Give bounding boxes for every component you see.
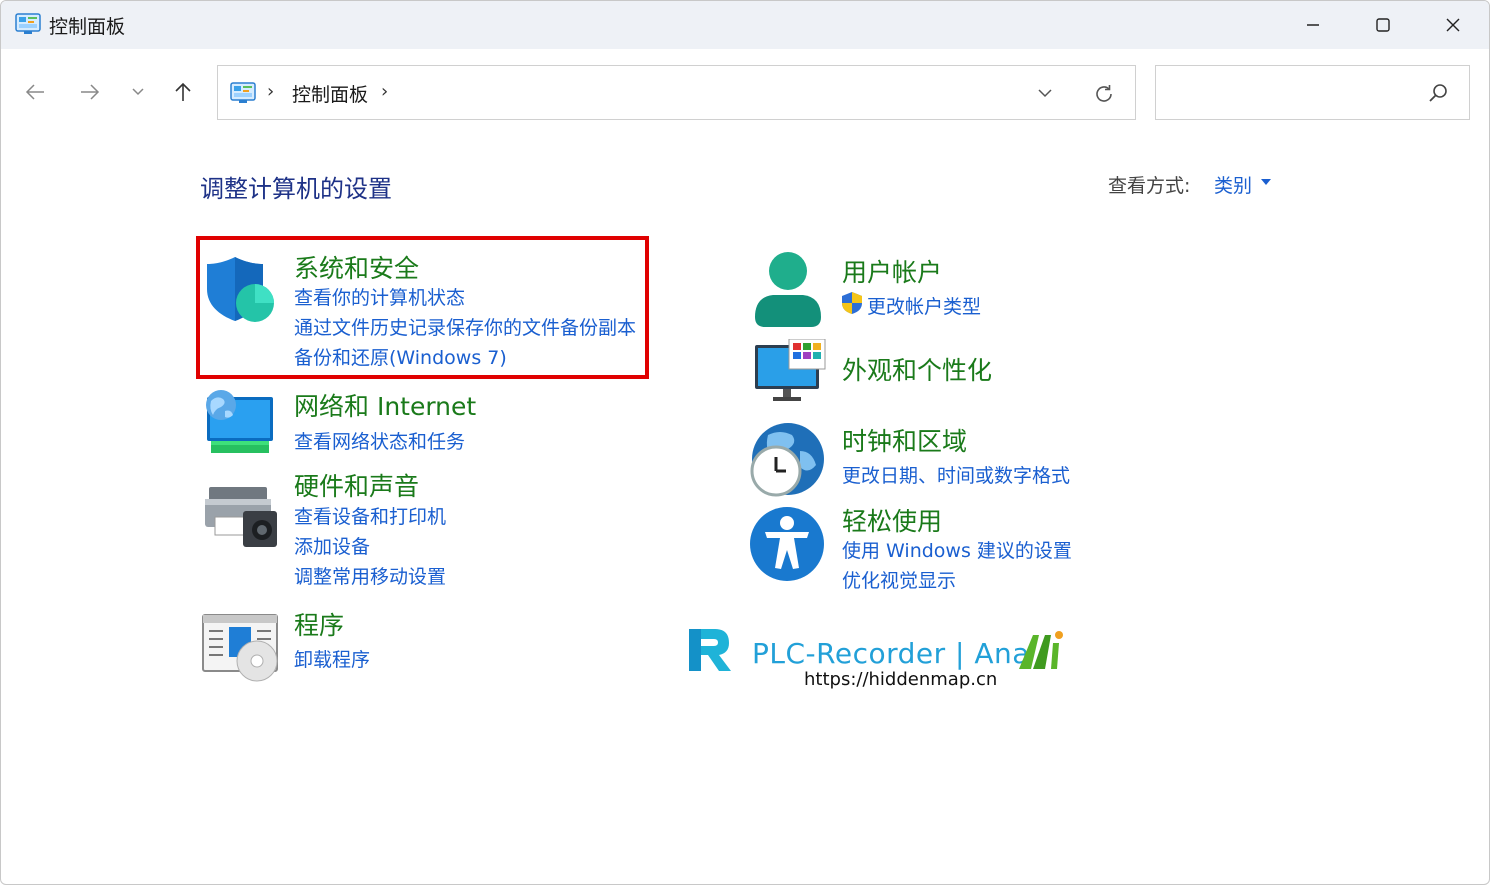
page-title: 调整计算机的设置: [200, 175, 392, 203]
category-clock-region[interactable]: 时钟和区域: [842, 422, 967, 458]
uac-shield-icon: [842, 292, 862, 314]
category-network[interactable]: 网络和 Internet: [294, 387, 476, 423]
breadcrumb-separator[interactable]: ›: [381, 81, 388, 102]
view-by-label: 查看方式:: [1108, 175, 1191, 197]
minimize-button[interactable]: [1277, 1, 1349, 49]
chevron-down-icon: [1038, 89, 1052, 98]
up-button[interactable]: [167, 77, 199, 107]
user-account-icon: [755, 252, 821, 327]
address-dropdown-button[interactable]: [1033, 82, 1057, 104]
control-panel-icon: [230, 82, 256, 103]
arrow-left-icon: [25, 84, 44, 100]
link-backup-restore[interactable]: 备份和还原(Windows 7): [294, 343, 507, 370]
search-input[interactable]: [1155, 65, 1470, 120]
view-by-dropdown[interactable]: 类别: [1214, 171, 1252, 198]
breadcrumb-separator[interactable]: ›: [267, 81, 274, 102]
search-icon[interactable]: [1426, 82, 1450, 106]
category-programs[interactable]: 程序: [294, 606, 344, 642]
category-ease-of-access[interactable]: 轻松使用: [842, 502, 942, 538]
title-bar: 控制面板: [1, 1, 1489, 49]
link-view-computer-status[interactable]: 查看你的计算机状态: [294, 283, 465, 310]
clock-globe-icon: [750, 423, 824, 497]
programs-icon: [202, 614, 278, 682]
watermark-brand: PLC-Recorder | Ana: [752, 637, 1030, 670]
link-mobility-settings[interactable]: 调整常用移动设置: [294, 562, 446, 589]
forward-button[interactable]: [74, 77, 106, 107]
link-file-history-backup[interactable]: 通过文件历史记录保存你的文件备份副本: [294, 313, 636, 340]
maximize-button[interactable]: [1347, 1, 1419, 49]
link-change-account-type[interactable]: 更改帐户类型: [867, 292, 981, 319]
link-recommended-settings[interactable]: 使用 Windows 建议的设置: [842, 536, 1072, 563]
link-uninstall-program[interactable]: 卸载程序: [294, 645, 370, 672]
link-change-date-time-format[interactable]: 更改日期、时间或数字格式: [842, 461, 1070, 488]
maximize-icon: [1376, 18, 1390, 32]
control-panel-window: 控制面板 › 控制面板 › 调整计算机的设置 查看方式: 类别 系统和安全 查看…: [0, 0, 1490, 885]
close-icon: [1446, 18, 1460, 32]
window-title: 控制面板: [49, 16, 126, 38]
watermark-r-logo: [689, 629, 731, 671]
chevron-down-icon: [132, 88, 144, 96]
watermark-ai-logo: [1019, 631, 1063, 669]
link-optimize-display[interactable]: 优化视觉显示: [842, 566, 956, 593]
watermark-url: https://hiddenmap.cn: [804, 669, 998, 690]
recent-locations-button[interactable]: [122, 77, 154, 107]
minimize-icon: [1307, 24, 1319, 26]
link-add-device[interactable]: 添加设备: [294, 532, 370, 559]
refresh-icon: [1096, 85, 1112, 102]
address-bar[interactable]: › 控制面板 ›: [217, 65, 1136, 120]
caret-down-icon[interactable]: [1260, 177, 1272, 187]
refresh-button[interactable]: [1092, 82, 1116, 106]
shield-icon: [207, 257, 274, 322]
category-hardware-sound[interactable]: 硬件和声音: [294, 467, 419, 503]
close-button[interactable]: [1417, 1, 1489, 49]
arrow-up-icon: [175, 82, 191, 101]
arrow-right-icon: [81, 84, 100, 100]
link-devices-printers[interactable]: 查看设备和打印机: [294, 502, 446, 529]
control-panel-icon: [15, 13, 41, 34]
category-appearance[interactable]: 外观和个性化: [842, 351, 992, 387]
accessibility-icon: [750, 507, 824, 581]
appearance-icon: [755, 339, 826, 401]
back-button[interactable]: [19, 77, 51, 107]
breadcrumb-control-panel[interactable]: 控制面板: [292, 80, 368, 107]
printer-camera-icon: [205, 487, 277, 547]
category-user-accounts[interactable]: 用户帐户: [842, 253, 942, 289]
network-globe-icon: [206, 390, 273, 453]
link-network-status[interactable]: 查看网络状态和任务: [294, 427, 465, 454]
category-system-security[interactable]: 系统和安全: [294, 249, 419, 285]
